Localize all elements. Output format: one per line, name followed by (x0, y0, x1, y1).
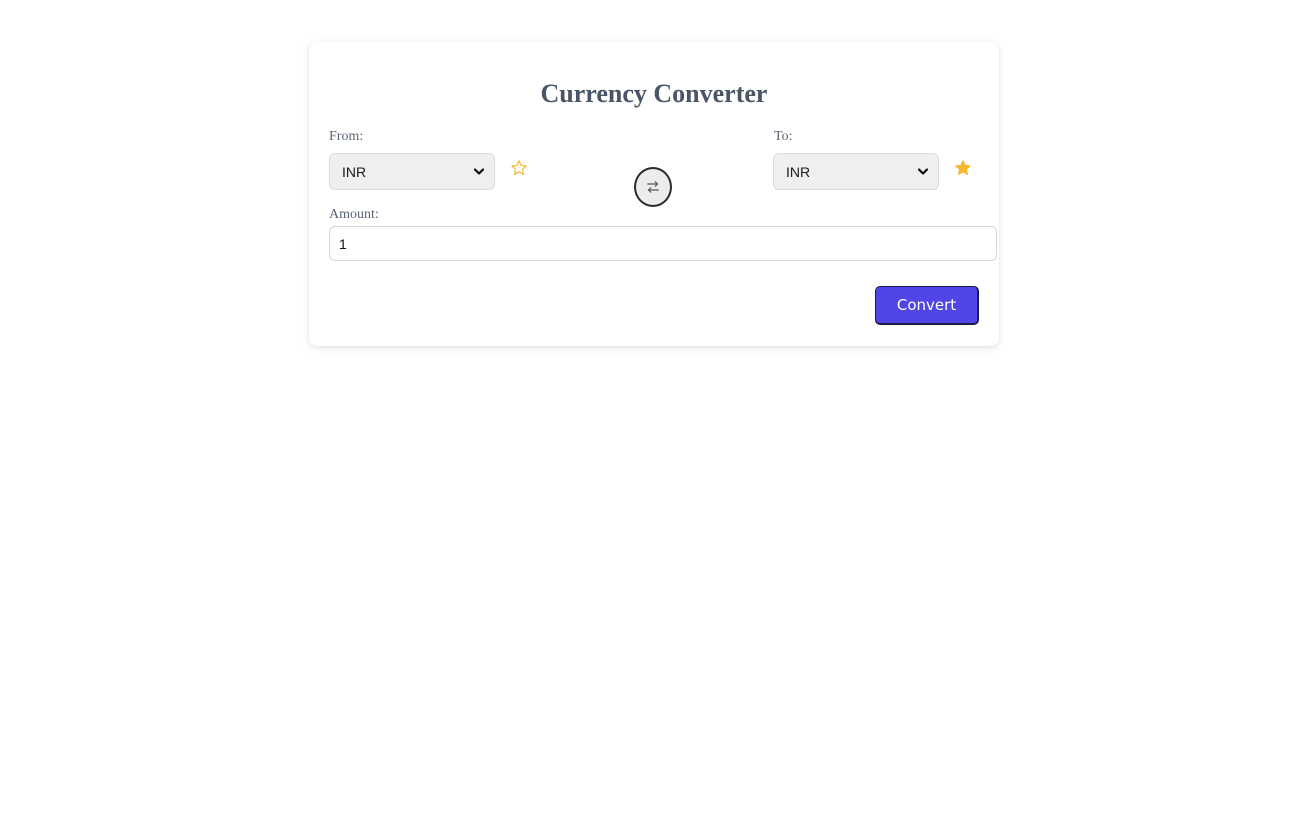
to-favorite-star-icon[interactable] (953, 158, 973, 178)
from-label: From: (329, 129, 364, 144)
from-currency-select[interactable]: INR (329, 153, 495, 190)
amount-input[interactable] (329, 226, 997, 261)
to-label: To: (774, 129, 793, 144)
page-title: Currency Converter (540, 79, 768, 108)
convert-button[interactable]: Convert (875, 286, 979, 325)
swap-currencies-button[interactable] (634, 167, 672, 207)
chevron-down-icon (474, 167, 484, 177)
swap-arrows-icon (644, 178, 662, 196)
to-currency-value: INR (786, 163, 811, 180)
from-currency-value: INR (342, 163, 367, 180)
amount-label: Amount: (329, 207, 379, 222)
currency-converter-card: Currency Converter From: INR To: INR Amo… (309, 42, 999, 346)
chevron-down-icon (918, 167, 928, 177)
from-favorite-star-icon[interactable] (509, 158, 529, 178)
to-currency-select[interactable]: INR (773, 153, 939, 190)
